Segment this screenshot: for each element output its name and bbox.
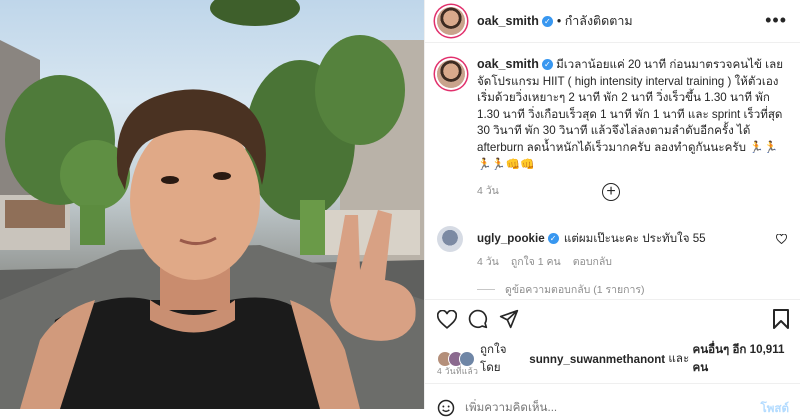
liker-username[interactable]: sunny_suwanmethanont [529, 353, 665, 366]
reply-dash [477, 289, 495, 290]
comment-meta: 4 วัน ถูกใจ 1 คน ตอบกลับ [477, 253, 612, 270]
actions-divider [425, 299, 800, 300]
commenter-username[interactable]: ugly_pookie [477, 232, 545, 245]
heart-icon[interactable] [776, 234, 787, 244]
follow-state[interactable]: • กำลังติดตาม [557, 11, 633, 31]
commenter-avatar[interactable] [437, 226, 463, 252]
comment-item: ugly_pookie ✓ แต่ผมเป๊ะนะคะ ประทับใจ 55 4… [437, 226, 789, 286]
more-options-icon[interactable]: ••• [765, 10, 787, 31]
bookmark-icon[interactable] [773, 309, 789, 329]
likes-summary: ถูกใจโดย sunny_suwanmethanont และ คนอื่น… [437, 341, 800, 377]
heart-icon[interactable] [437, 310, 457, 329]
post-photo[interactable] [0, 0, 424, 409]
emoji-icon[interactable] [437, 399, 455, 417]
author-avatar[interactable] [437, 7, 465, 35]
comment-input[interactable] [465, 397, 735, 417]
comment-age: 4 วัน [477, 256, 499, 268]
view-replies[interactable]: ดูข้อความตอบกลับ (1 รายการ) [477, 281, 645, 298]
post-time: 4 วันที่แล้ว [437, 366, 479, 376]
caption-avatar[interactable] [437, 60, 465, 88]
likes-and: และ [668, 352, 690, 365]
caption-text: oak_smith ✓ มีเวลาน้อยแค่ 20 นาที ก่อนมาต… [477, 56, 787, 200]
verified-badge-icon: ✓ [541, 59, 553, 71]
post-header: oak_smith ✓ • กำลังติดตาม ••• [425, 0, 800, 43]
comment-divider [425, 383, 800, 384]
author-info: oak_smith ✓ • กำลังติดตาม [477, 11, 633, 31]
action-bar [437, 309, 791, 331]
reply-button[interactable]: ตอบกลับ [573, 253, 612, 270]
comment-text: แต่ผมเป๊ะนะคะ ประทับใจ 55 [563, 232, 706, 245]
share-icon[interactable] [499, 309, 519, 329]
caption-body: มีเวลาน้อยแค่ 20 นาที ก่อนมาตรวจคนไข้ เล… [477, 58, 783, 171]
likes-prefix: ถูกใจโดย [480, 343, 507, 374]
caption-username[interactable]: oak_smith [477, 57, 539, 71]
caption-age: 4 วัน [477, 185, 499, 198]
comment-icon[interactable] [468, 309, 488, 329]
verified-badge-icon: ✓ [541, 15, 553, 27]
author-username[interactable]: oak_smith [477, 14, 539, 28]
view-replies-label[interactable]: ดูข้อความตอบกลับ (1 รายการ) [505, 281, 645, 298]
comment-box: โพสต์ [425, 391, 800, 417]
likes-others[interactable]: คนอื่นๆ อีก 10,911 คน [692, 341, 800, 377]
selfie-image [0, 0, 424, 409]
plus-circle-icon[interactable]: + [602, 183, 620, 201]
verified-badge-icon: ✓ [547, 233, 559, 245]
post-panel: oak_smith ✓ • กำลังติดตาม ••• oak_smith ✓… [424, 0, 800, 417]
comment-line: ugly_pookie ✓ แต่ผมเป๊ะนะคะ ประทับใจ 55 [477, 230, 706, 248]
post-comment-button[interactable]: โพสต์ [761, 400, 789, 418]
comment-likes[interactable]: ถูกใจ 1 คน [511, 253, 561, 270]
